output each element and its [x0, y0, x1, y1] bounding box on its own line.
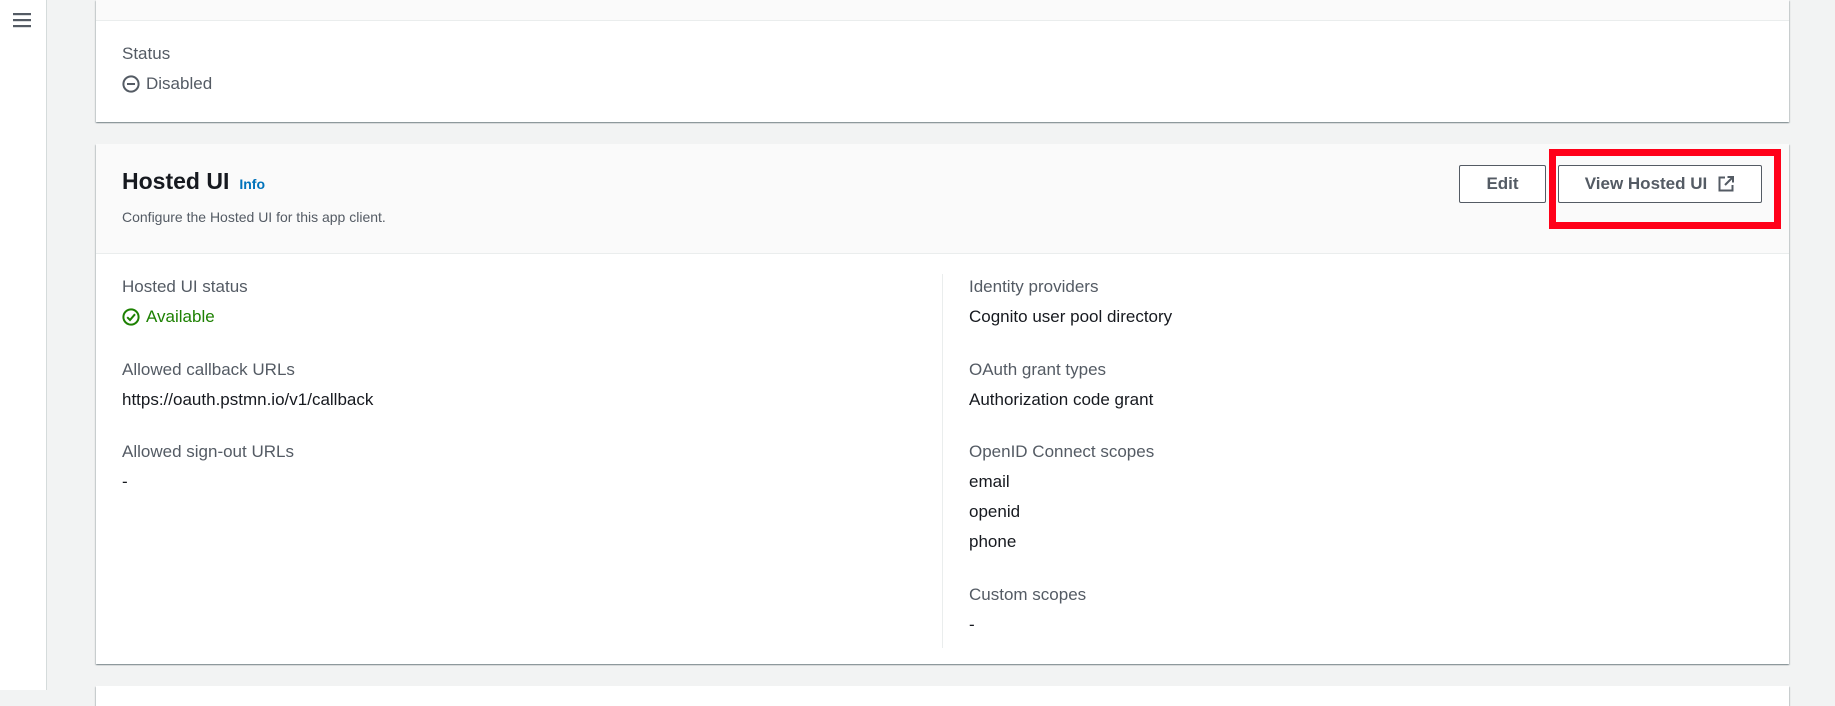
- signout-urls-label: Allowed sign-out URLs: [122, 442, 294, 461]
- hosted-ui-header: Hosted UI Info Configure the Hosted UI f…: [96, 144, 1789, 254]
- openid-scopes-field: OpenID Connect scopes email openid phone: [969, 442, 1154, 552]
- external-link-icon: [1718, 176, 1735, 192]
- status-label: Status: [122, 44, 171, 63]
- signout-urls-field: Allowed sign-out URLs -: [122, 442, 294, 492]
- edit-button[interactable]: Edit: [1459, 165, 1546, 203]
- view-hosted-ui-button[interactable]: View Hosted UI: [1558, 165, 1762, 203]
- oauth-grant-types-field: OAuth grant types Authorization code gra…: [969, 360, 1153, 410]
- panel-title: Hosted UI: [122, 168, 230, 194]
- openid-scopes-label: OpenID Connect scopes: [969, 442, 1155, 461]
- callback-urls-field: Allowed callback URLs https://oauth.pstm…: [122, 360, 373, 410]
- status-field: Status Disabled: [122, 44, 212, 94]
- identity-providers-value: Cognito user pool directory: [969, 307, 1173, 326]
- custom-scopes-label: Custom scopes: [969, 585, 1087, 604]
- panel-description: Configure the Hosted UI for this app cli…: [122, 209, 386, 225]
- identity-providers-field: Identity providers Cognito user pool dir…: [969, 277, 1172, 327]
- hosted-ui-status-row: Available: [122, 307, 248, 327]
- oauth-grant-types-value: Authorization code grant: [969, 390, 1154, 409]
- view-hosted-ui-label: View Hosted UI: [1584, 174, 1708, 193]
- identity-providers-label: Identity providers: [969, 277, 1099, 296]
- callback-urls-value: https://oauth.pstmn.io/v1/callback: [122, 390, 374, 409]
- oauth-grant-types-label: OAuth grant types: [969, 360, 1107, 379]
- callback-urls-label: Allowed callback URLs: [122, 360, 295, 379]
- scope-item: email: [969, 472, 1010, 491]
- custom-scopes-value: -: [969, 615, 975, 634]
- scope-item: openid: [969, 502, 1021, 521]
- hamburger-menu-icon[interactable]: [12, 11, 32, 29]
- info-link[interactable]: Info: [239, 176, 265, 192]
- edit-button-label: Edit: [1486, 174, 1519, 193]
- hosted-ui-status-label: Hosted UI status: [122, 277, 248, 296]
- panel-header-strip: [96, 0, 1789, 21]
- signout-urls-value: -: [122, 472, 128, 491]
- side-navigation-rail: [0, 0, 47, 690]
- custom-scopes-field: Custom scopes -: [969, 585, 1086, 635]
- hosted-ui-panel: Hosted UI Info Configure the Hosted UI f…: [96, 144, 1789, 664]
- column-divider: [942, 274, 943, 648]
- status-value-row: Disabled: [122, 74, 212, 94]
- scope-item: phone: [969, 532, 1017, 551]
- hosted-ui-title-row: Hosted UI Info: [122, 168, 265, 195]
- hosted-ui-status-field: Hosted UI status Available: [122, 277, 248, 327]
- minus-circle-icon: [122, 75, 140, 93]
- next-settings-panel: [96, 686, 1789, 706]
- previous-settings-panel: Status Disabled: [96, 0, 1789, 122]
- status-value: Disabled: [146, 74, 213, 93]
- hosted-ui-status-value: Available: [146, 307, 215, 326]
- check-circle-icon: [122, 308, 140, 326]
